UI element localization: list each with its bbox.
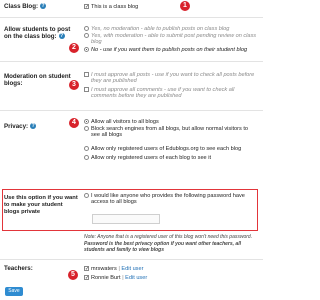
password-input[interactable] <box>92 214 160 224</box>
moderation-label: Moderation on student blogs: <box>4 73 71 87</box>
privacy-radio-3[interactable] <box>84 146 89 151</box>
help-icon[interactable]: ? <box>30 123 37 130</box>
divider <box>0 110 263 111</box>
privacy-option-5[interactable]: I would like anyone who provides the fol… <box>84 193 260 206</box>
moderation-checkbox-2[interactable] <box>84 87 89 92</box>
class-blog-option[interactable]: This is a class blog <box>84 4 260 10</box>
privacy-radio-4[interactable] <box>84 155 89 160</box>
moderation-option-2[interactable]: I must approve all comments - use if you… <box>84 87 260 100</box>
privacy-label: Privacy:? <box>4 123 37 130</box>
privacy-option-4[interactable]: Allow only registered users of each blog… <box>84 155 260 161</box>
moderation-option-1[interactable]: I must approve all posts - use if you wa… <box>84 72 260 85</box>
allow-students-radio-2[interactable] <box>84 33 89 38</box>
privacy-radio-1[interactable] <box>84 119 89 124</box>
allow-students-label: Allow students to post on the class blog… <box>4 26 71 40</box>
class-blog-checkbox[interactable] <box>84 4 89 9</box>
step-badge-1: 1 <box>180 1 190 11</box>
privacy-note-1: Note: Anyone that is a registered user o… <box>84 234 253 240</box>
class-blog-label: Class Blog:? <box>4 3 47 10</box>
privacy-option-3[interactable]: Allow only registered users of Edublogs.… <box>84 146 260 152</box>
edit-user-link[interactable]: Edit user <box>125 275 147 281</box>
private-option-note: Use this option if you want to make your… <box>4 195 78 215</box>
privacy-radio-5[interactable] <box>84 193 89 198</box>
step-badge-4: 4 <box>69 118 79 128</box>
allow-students-option-1[interactable]: Yes, no moderation - able to publish pos… <box>84 26 260 32</box>
moderation-checkbox-1[interactable] <box>84 72 89 77</box>
divider <box>0 61 263 62</box>
allow-students-option-3[interactable]: No - use if you want them to publish pos… <box>84 47 260 53</box>
divider <box>0 17 263 18</box>
allow-students-radio-1[interactable] <box>84 26 89 31</box>
privacy-radio-2[interactable] <box>84 126 89 131</box>
teacher-item: mrswaters | Edit user <box>84 266 260 272</box>
teacher-item: Ronnie Burt | Edit user <box>84 275 260 281</box>
teachers-label: Teachers: <box>4 265 33 272</box>
allow-students-radio-3[interactable] <box>84 47 89 52</box>
allow-students-option-2[interactable]: Yes, with moderation - able to submit po… <box>84 33 260 46</box>
step-badge-5: 5 <box>68 270 78 280</box>
privacy-option-2[interactable]: Block search engines from all blogs, but… <box>84 126 260 139</box>
step-badge-2: 2 <box>69 43 79 53</box>
step-badge-3: 3 <box>69 80 79 90</box>
privacy-option-1[interactable]: Allow all visitors to all blogs <box>84 119 260 125</box>
save-button[interactable]: Save <box>5 287 23 296</box>
help-icon[interactable]: ? <box>58 33 65 40</box>
help-icon[interactable]: ? <box>40 3 47 10</box>
teacher-checkbox[interactable] <box>84 275 89 280</box>
edit-user-link[interactable]: Edit user <box>121 266 143 272</box>
privacy-note-2: Password is the best privacy option if y… <box>84 241 241 253</box>
teacher-checkbox[interactable] <box>84 266 89 271</box>
divider <box>0 259 263 260</box>
